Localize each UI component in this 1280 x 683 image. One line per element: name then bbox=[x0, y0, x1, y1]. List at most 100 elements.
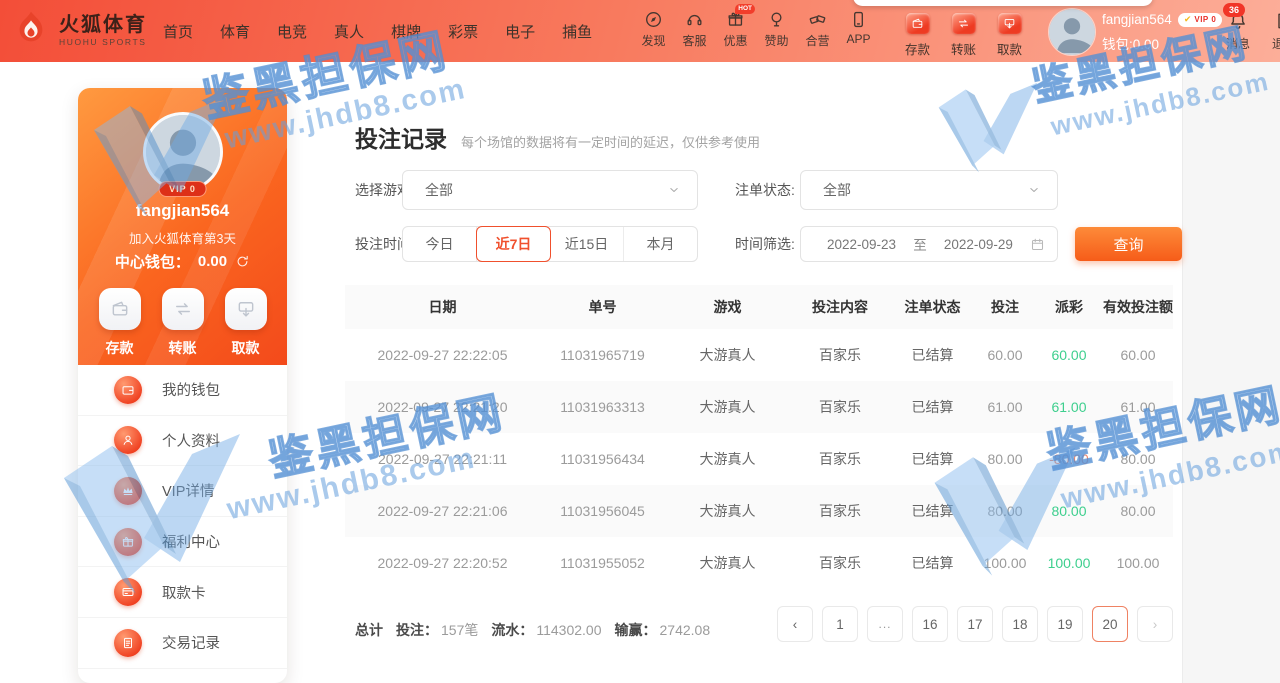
sidebar-item-我的钱包[interactable]: 我的钱包 bbox=[78, 365, 287, 416]
status-filter-label: 注单状态: bbox=[735, 170, 795, 210]
quick-link-赞助[interactable]: 赞助 bbox=[756, 10, 797, 49]
quick-link-客服[interactable]: 客服 bbox=[674, 10, 715, 49]
logout-icon bbox=[1274, 11, 1280, 31]
cell-payout: 80.00 bbox=[1035, 503, 1103, 519]
right-background-strip bbox=[1182, 62, 1280, 683]
profile-action-label: 存款 bbox=[106, 338, 134, 358]
welfare-icon bbox=[114, 528, 142, 556]
user-avatar[interactable] bbox=[1048, 8, 1096, 56]
quick-link-label: APP bbox=[846, 32, 870, 46]
column-header-单号: 单号 bbox=[540, 297, 665, 317]
cell-status: 已结算 bbox=[890, 449, 975, 469]
messages-button[interactable]: 36 消息 bbox=[1216, 11, 1260, 52]
top-navbar: 火狐体育 HUOHU SPORTS 首页 体育 电竞 真人 棋牌 彩票 电子 捕鱼 发现客服优… bbox=[0, 0, 1280, 62]
time-tab-今日[interactable]: 今日 bbox=[403, 227, 477, 261]
sidebar-item-交易记录[interactable]: 交易记录 bbox=[78, 618, 287, 669]
bankcard-icon bbox=[114, 578, 142, 606]
page: 火狐体育 HUOHU SPORTS 首页 体育 电竞 真人 棋牌 彩票 电子 捕鱼 发现客服优… bbox=[0, 0, 1280, 683]
nav-action-存款[interactable]: 存款 bbox=[897, 13, 938, 58]
page-title: 投注记录 bbox=[355, 120, 447, 154]
compass-icon bbox=[644, 10, 663, 29]
pagination: ‹1...1617181920› bbox=[777, 606, 1173, 642]
table-body: 2022-09-27 22:22:0511031965719大游真人百家乐已结算… bbox=[345, 329, 1173, 589]
cell-date: 2022-09-27 22:21:20 bbox=[345, 399, 540, 415]
page-button-17[interactable]: 17 bbox=[957, 606, 993, 642]
nav-item-电子[interactable]: 电子 bbox=[505, 21, 535, 42]
summary-输赢: 输赢：2742.08 bbox=[615, 620, 711, 640]
sidebar-item-VIP详情[interactable]: VIP详情 bbox=[78, 466, 287, 517]
nav-item-电竞[interactable]: 电竞 bbox=[277, 21, 307, 42]
quick-link-APP[interactable]: APP bbox=[838, 10, 879, 49]
summary-label: 输赢： bbox=[615, 622, 657, 638]
date-range-picker[interactable]: 2022-09-23 至 2022-09-29 bbox=[800, 226, 1058, 262]
game-select[interactable]: 全部 bbox=[402, 170, 698, 210]
flame-icon bbox=[10, 9, 52, 51]
table-row: 2022-09-27 22:20:5211031955052大游真人百家乐已结算… bbox=[345, 537, 1173, 589]
profile-icon bbox=[114, 426, 142, 454]
nav-item-体育[interactable]: 体育 bbox=[220, 21, 250, 42]
sidebar-item-label: 福利中心 bbox=[162, 531, 220, 552]
summary-总计: 总计 bbox=[355, 620, 383, 640]
cell-bet: 80.00 bbox=[975, 451, 1035, 467]
ellipsis-page-button[interactable]: ... bbox=[867, 606, 903, 642]
cell-date: 2022-09-27 22:22:05 bbox=[345, 347, 540, 363]
time-tab-本月[interactable]: 本月 bbox=[624, 227, 697, 261]
quick-link-label: 优惠 bbox=[723, 32, 747, 49]
cell-status: 已结算 bbox=[890, 501, 975, 521]
page-button-1[interactable]: 1 bbox=[822, 606, 858, 642]
cell-bet: 61.00 bbox=[975, 399, 1035, 415]
quick-link-合营[interactable]: 合营 bbox=[797, 10, 838, 49]
time-tab-近7日[interactable]: 近7日 bbox=[476, 226, 551, 262]
refresh-icon[interactable] bbox=[235, 254, 250, 269]
page-button-18[interactable]: 18 bbox=[1002, 606, 1038, 642]
partner-icon bbox=[808, 10, 827, 29]
profile-actions: 存款 转账取款 bbox=[78, 288, 287, 358]
nav-item-首页[interactable]: 首页 bbox=[163, 21, 193, 42]
withdraw-icon bbox=[998, 13, 1022, 34]
nav-item-彩票[interactable]: 彩票 bbox=[448, 21, 478, 42]
nav-action-取款[interactable]: 取款 bbox=[989, 13, 1030, 58]
sidebar-item-个人资料[interactable]: 个人资料 bbox=[78, 416, 287, 467]
page-button-16[interactable]: 16 bbox=[912, 606, 948, 642]
nav-item-棋牌[interactable]: 棋牌 bbox=[391, 21, 421, 42]
date-from: 2022-09-23 bbox=[827, 237, 896, 252]
next-page-button[interactable]: › bbox=[1137, 606, 1173, 642]
page-button-19[interactable]: 19 bbox=[1047, 606, 1083, 642]
sidebar-item-label: 交易记录 bbox=[162, 632, 220, 653]
column-header-有效投注额: 有效投注额 bbox=[1103, 297, 1173, 317]
summary-投注: 投注：157笔 bbox=[396, 620, 478, 640]
wallet-balance: 钱包:0.00 bbox=[1102, 33, 1159, 53]
search-button[interactable]: 查询 bbox=[1075, 227, 1182, 261]
brand-logo[interactable]: 火狐体育 HUOHU SPORTS bbox=[10, 9, 147, 51]
prev-page-button[interactable]: ‹ bbox=[777, 606, 813, 642]
chevron-down-icon bbox=[1027, 183, 1041, 197]
summary-label: 总计 bbox=[355, 622, 383, 638]
profile-avatar[interactable] bbox=[143, 112, 223, 192]
quick-link-优惠[interactable]: 优惠HOT bbox=[715, 10, 756, 49]
deposit-icon bbox=[906, 13, 930, 34]
status-select[interactable]: 全部 bbox=[800, 170, 1058, 210]
brand-subtitle: HUOHU SPORTS bbox=[59, 37, 147, 47]
logout-button[interactable]: 退出 bbox=[1262, 11, 1280, 52]
sidebar-item-取款卡[interactable]: 取款卡 bbox=[78, 567, 287, 618]
withdraw-icon bbox=[225, 288, 267, 330]
page-button-20[interactable]: 20 bbox=[1092, 606, 1128, 642]
username: fangjian564 bbox=[1102, 12, 1172, 27]
cell-content: 百家乐 bbox=[790, 449, 890, 469]
cell-game: 大游真人 bbox=[665, 553, 790, 573]
sidebar-item-福利中心[interactable]: 福利中心 bbox=[78, 517, 287, 568]
cell-status: 已结算 bbox=[890, 345, 975, 365]
profile-action-存款[interactable]: 存款 bbox=[99, 288, 141, 358]
nav-item-真人[interactable]: 真人 bbox=[334, 21, 364, 42]
profile-action-转账[interactable]: 转账 bbox=[162, 288, 204, 358]
profile-action-取款[interactable]: 取款 bbox=[225, 288, 267, 358]
cell-payout: 60.00 bbox=[1035, 347, 1103, 363]
quick-link-发现[interactable]: 发现 bbox=[633, 10, 674, 49]
cell-valid: 60.00 bbox=[1103, 347, 1173, 363]
transfer-icon bbox=[162, 288, 204, 330]
time-range-tabs: 今日近7日近15日本月 bbox=[402, 226, 698, 262]
time-tab-近15日[interactable]: 近15日 bbox=[550, 227, 624, 261]
nav-item-捕鱼[interactable]: 捕鱼 bbox=[562, 21, 592, 42]
sponsor-icon bbox=[767, 10, 786, 29]
nav-action-转账[interactable]: 转账 bbox=[943, 13, 984, 58]
